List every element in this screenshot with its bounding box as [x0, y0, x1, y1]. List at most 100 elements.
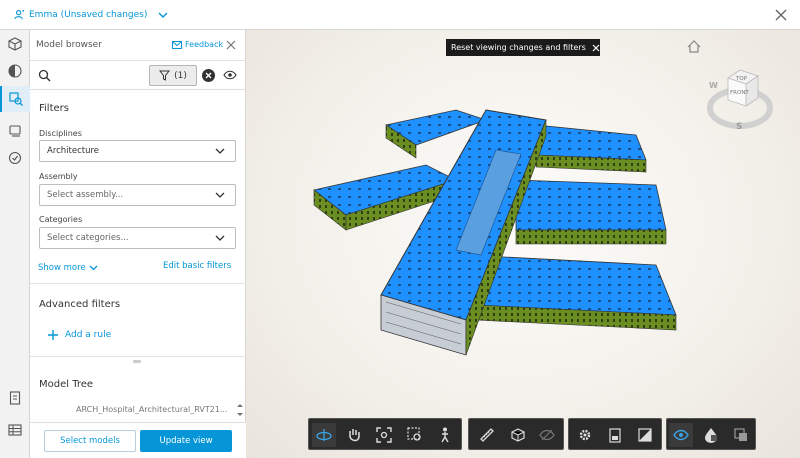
mail-icon: [172, 40, 182, 49]
search-icon[interactable]: [38, 69, 51, 82]
panel-header: Model browser Feedback: [30, 30, 246, 60]
tools-toolbar: [468, 418, 564, 450]
hide-objects-icon: [539, 429, 555, 441]
disciplines-label: Disciplines: [39, 129, 82, 138]
compass-west-label: W: [709, 81, 718, 90]
visibility-button[interactable]: [669, 423, 693, 447]
panel-footer: Select models Update view: [30, 422, 246, 458]
navigation-toolbar: [308, 418, 462, 450]
edit-basic-filters-link[interactable]: Edit basic filters: [163, 261, 231, 271]
show-more-link[interactable]: Show more: [38, 263, 98, 273]
edit-basic-label: Edit basic filters: [163, 261, 232, 271]
settings-icon: [579, 429, 591, 441]
sheets-button[interactable]: [603, 423, 627, 447]
filter-count: (1): [174, 70, 187, 81]
pan-icon: [349, 429, 360, 442]
filters-heading: Filters: [39, 103, 69, 114]
chevron-down-icon: [215, 148, 225, 154]
advanced-filters-heading: Advanced filters: [39, 299, 121, 310]
clear-filter-icon[interactable]: [201, 68, 216, 83]
cube-front-label: FRONT: [730, 90, 749, 96]
eye-icon[interactable]: [223, 70, 237, 80]
filter-button[interactable]: (1): [149, 65, 197, 86]
divider: [30, 283, 246, 284]
measure-icon: [480, 428, 494, 442]
model-browser-icon[interactable]: [0, 86, 30, 112]
disciplines-value: Architecture: [47, 146, 100, 156]
sheets-icon: [609, 427, 621, 443]
orbit-icon: [316, 429, 332, 441]
model-browser-panel: Model browser Feedback (1) Filters Disci…: [30, 30, 246, 458]
search-row: (1): [30, 60, 246, 90]
fullscreen-button[interactable]: [633, 423, 657, 447]
zoom-window-icon: [407, 427, 421, 441]
funnel-icon: [159, 70, 171, 81]
view-name: Emma (Unsaved changes): [29, 9, 148, 20]
chevron-down-icon: [215, 192, 225, 198]
chevron-down-icon: [215, 235, 225, 241]
pan-button[interactable]: [342, 423, 366, 447]
compass-south-label: S: [736, 122, 742, 132]
properties-button[interactable]: [699, 423, 723, 447]
settings-button[interactable]: [573, 423, 597, 447]
select-models-button[interactable]: Select models: [44, 430, 136, 452]
reset-viewing-banner[interactable]: Reset viewing changes and filters: [446, 39, 600, 56]
divider: [30, 356, 246, 357]
view-user-icon: [14, 9, 25, 20]
building-model[interactable]: [306, 90, 696, 370]
chevron-down-icon: [158, 12, 168, 18]
globe-icon[interactable]: [7, 63, 23, 79]
close-icon[interactable]: [592, 44, 600, 52]
comments-icon[interactable]: [7, 123, 23, 139]
measure-button[interactable]: [475, 423, 499, 447]
3d-viewer[interactable]: Reset viewing changes and filters TOP FR…: [246, 30, 800, 458]
resize-handle[interactable]: [133, 360, 141, 363]
document-icon[interactable]: [7, 390, 23, 406]
chevron-down-icon: [89, 265, 98, 271]
visibility-icon: [673, 429, 689, 441]
cube-top-label: TOP: [735, 76, 748, 82]
assembly-label: Assembly: [39, 172, 78, 181]
categories-label: Categories: [39, 215, 83, 224]
feedback-link[interactable]: Feedback: [172, 40, 223, 49]
model-toolbar: [666, 418, 756, 450]
categories-dropdown[interactable]: Select categories...: [39, 227, 236, 249]
assembly-placeholder: Select assembly...: [47, 190, 124, 200]
properties-icon: [705, 428, 717, 443]
first-person-icon: [441, 427, 449, 443]
view-selector[interactable]: Emma (Unsaved changes): [14, 9, 169, 20]
issues-check-icon[interactable]: [7, 150, 23, 166]
layers-icon: [734, 428, 747, 441]
close-panel-icon[interactable]: [226, 40, 236, 50]
update-view-button[interactable]: Update view: [140, 430, 232, 452]
tree-item-label: ARCH_Hospital_Architectural_RVT21...: [76, 405, 228, 414]
model-cube-icon[interactable]: [7, 36, 23, 52]
orbit-button[interactable]: [312, 423, 336, 447]
show-more-label: Show more: [38, 263, 86, 273]
home-icon[interactable]: [687, 40, 701, 53]
close-icon[interactable]: [774, 8, 788, 22]
table-icon[interactable]: [7, 422, 23, 438]
scrollbar[interactable]: [236, 402, 244, 418]
zoom-fit-button[interactable]: [372, 423, 396, 447]
add-rule-button[interactable]: Add a rule: [48, 330, 111, 340]
top-bar: Emma (Unsaved changes): [0, 0, 800, 30]
settings-toolbar: [568, 418, 662, 450]
section-box-button[interactable]: [505, 423, 529, 447]
tree-item[interactable]: ARCH_Hospital_Architectural_RVT21...: [40, 405, 235, 417]
reset-banner-label: Reset viewing changes and filters: [451, 43, 586, 52]
first-person-button[interactable]: [433, 423, 457, 447]
model-tree-heading: Model Tree: [39, 379, 94, 390]
zoom-window-button[interactable]: [403, 423, 427, 447]
layers-button[interactable]: [729, 423, 753, 447]
panel-title: Model browser: [36, 40, 102, 50]
disciplines-dropdown[interactable]: Architecture: [39, 140, 236, 162]
fullscreen-icon: [638, 428, 652, 442]
assembly-dropdown[interactable]: Select assembly...: [39, 184, 236, 206]
zoom-fit-icon: [376, 427, 392, 443]
left-rail: [0, 30, 30, 458]
hide-objects-button[interactable]: [535, 423, 559, 447]
add-rule-label: Add a rule: [65, 330, 112, 340]
section-box-icon: [511, 428, 525, 442]
view-cube[interactable]: TOP FRONT W S: [706, 60, 776, 132]
